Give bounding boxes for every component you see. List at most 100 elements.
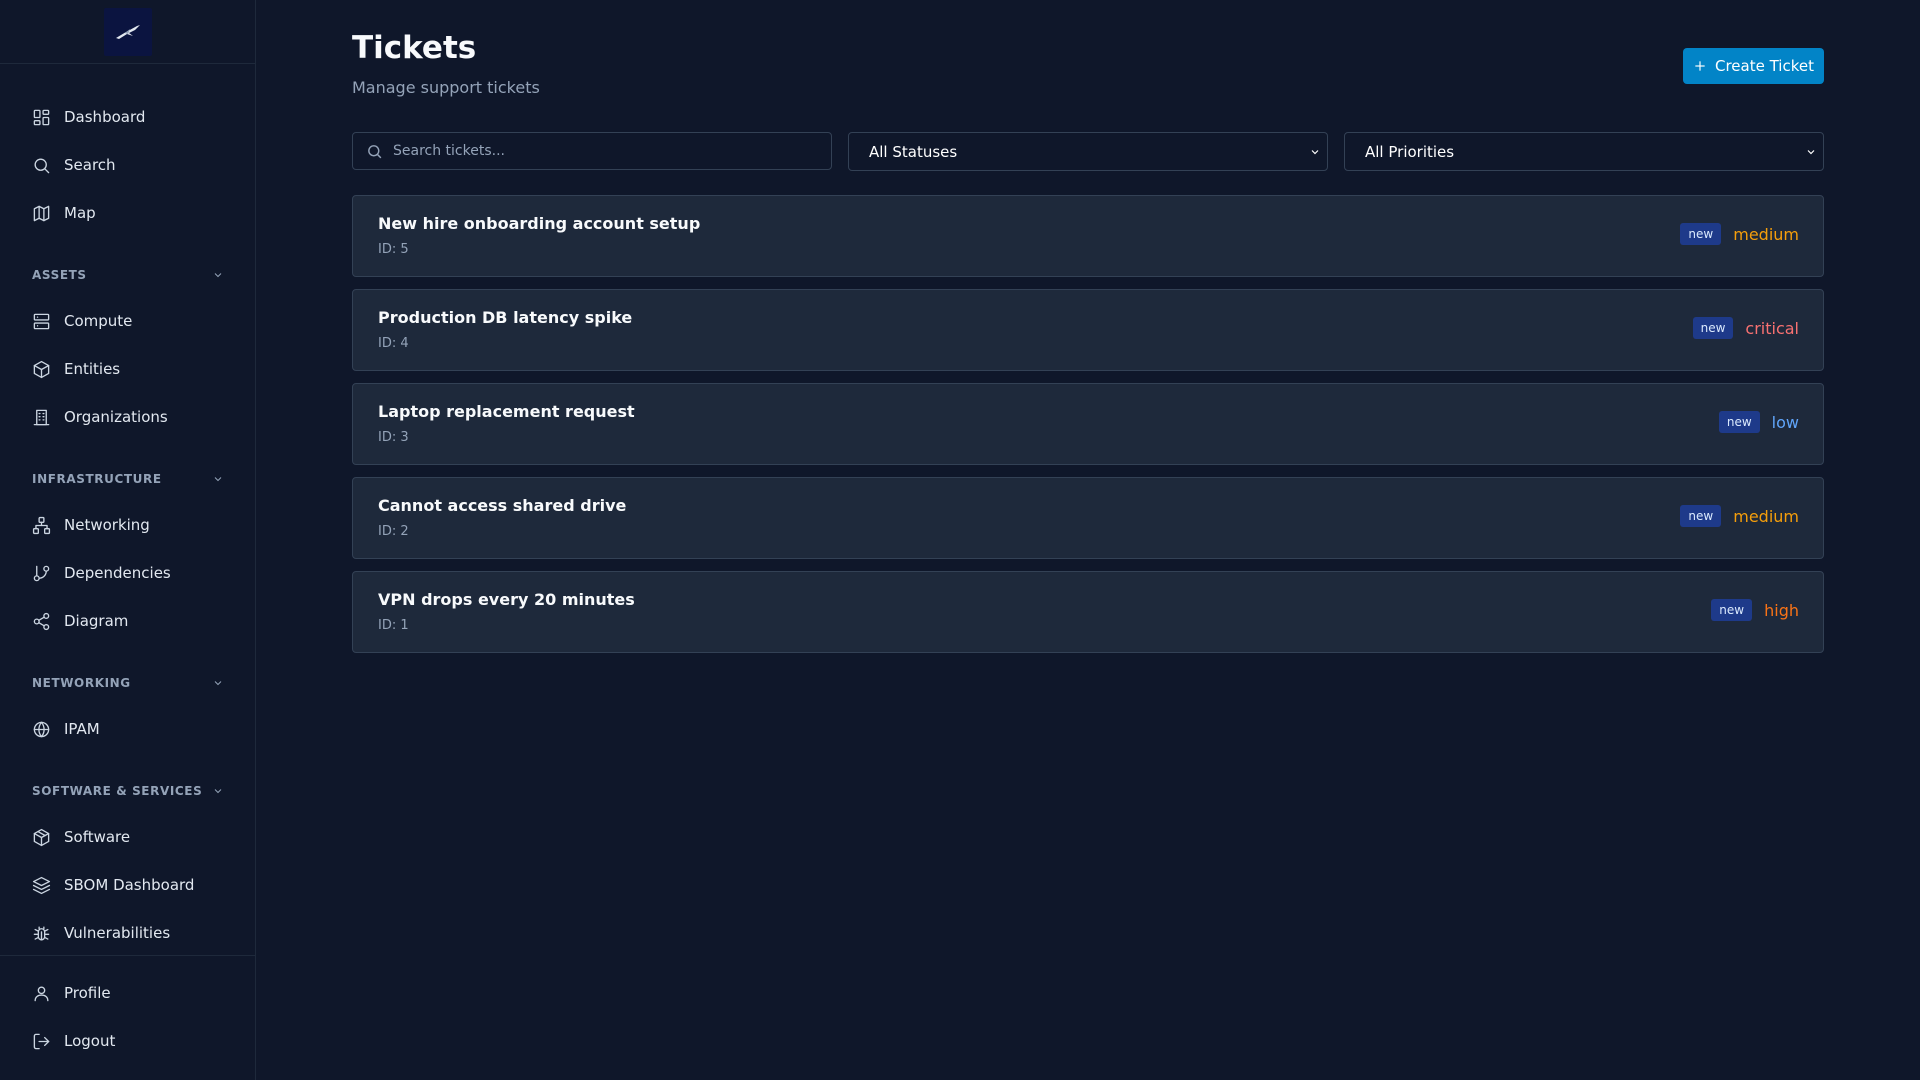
section-networking[interactable]: NETWORKING <box>32 673 224 693</box>
ticket-row[interactable]: Laptop replacement request ID: 3 new low <box>352 383 1824 465</box>
sidebar-item-label: Networking <box>64 516 150 534</box>
sidebar-item-entities[interactable]: Entities <box>32 353 120 385</box>
sidebar-item-compute[interactable]: Compute <box>32 305 132 337</box>
building-icon <box>33 409 50 425</box>
network-icon <box>32 516 51 534</box>
chevron-down-icon <box>214 273 222 278</box>
sidebar-item-label: Search <box>64 156 116 174</box>
section-software-services[interactable]: SOFTWARE & SERVICES <box>32 781 224 801</box>
sidebar-item-software[interactable]: Software <box>32 821 130 853</box>
section-assets[interactable]: ASSETS <box>32 265 224 285</box>
section-infrastructure[interactable]: INFRASTRUCTURE <box>32 469 224 489</box>
chevron-down-icon <box>1311 149 1319 154</box>
sidebar: Dashboard Search Map ASSETS Compute Enti… <box>0 0 256 1080</box>
priority-label: high <box>1764 600 1799 620</box>
ticket-title: VPN drops every 20 minutes <box>378 590 635 609</box>
sidebar-item-organizations[interactable]: Organizations <box>32 401 168 433</box>
ticket-title: New hire onboarding account setup <box>378 214 701 233</box>
sidebar-item-profile[interactable]: Profile <box>32 977 111 1009</box>
sidebar-item-label: Dependencies <box>64 564 171 582</box>
sidebar-item-label: Profile <box>64 984 111 1002</box>
ticket-title: Laptop replacement request <box>378 402 635 421</box>
ticket-row[interactable]: VPN drops every 20 minutes ID: 1 new hig… <box>352 571 1824 653</box>
priority-label: critical <box>1745 318 1799 338</box>
priority-label: medium <box>1733 506 1799 526</box>
sidebar-item-vulnerabilities[interactable]: Vulnerabilities <box>32 917 170 949</box>
chevron-down-icon <box>1807 149 1815 154</box>
chevron-down-icon <box>214 789 222 794</box>
ticket-meta: new critical <box>1692 317 1799 339</box>
ticket-id: ID: 2 <box>378 524 409 539</box>
ticket-meta: new medium <box>1680 223 1799 245</box>
status-badge: new <box>1680 505 1722 527</box>
priority-filter-value: All Priorities <box>1365 142 1455 161</box>
dashboard-icon <box>33 109 50 125</box>
logo-area <box>0 0 255 64</box>
sidebar-item-ipam[interactable]: IPAM <box>32 713 100 745</box>
chevron-down-icon <box>214 477 222 482</box>
status-badge: new <box>1711 599 1753 621</box>
status-badge: new <box>1692 317 1734 339</box>
search-box <box>352 132 832 170</box>
sidebar-item-logout[interactable]: Logout <box>32 1025 115 1057</box>
app-logo[interactable] <box>103 7 152 56</box>
box-icon <box>33 360 50 378</box>
share-icon <box>33 612 50 630</box>
ticket-id: ID: 3 <box>378 430 409 445</box>
sidebar-item-sbom-dashboard[interactable]: SBOM Dashboard <box>32 869 194 901</box>
ticket-row[interactable]: New hire onboarding account setup ID: 5 … <box>352 195 1824 277</box>
sidebar-item-label: Diagram <box>64 612 129 630</box>
page-title: Tickets <box>352 30 477 66</box>
section-title: ASSETS <box>32 268 87 282</box>
ticket-title: Production DB latency spike <box>378 308 633 327</box>
sidebar-item-dependencies[interactable]: Dependencies <box>32 557 171 589</box>
git-branch-icon <box>33 565 50 581</box>
server-icon <box>33 313 50 329</box>
chevron-down-icon <box>214 681 222 686</box>
ticket-row[interactable]: Cannot access shared drive ID: 2 new med… <box>352 477 1824 559</box>
bug-icon <box>33 925 50 941</box>
sidebar-item-label: Compute <box>64 312 133 330</box>
sidebar-item-search[interactable]: Search <box>32 149 116 181</box>
create-ticket-button[interactable]: Create Ticket <box>1683 48 1824 84</box>
sidebar-footer <box>0 955 256 956</box>
status-badge: new <box>1718 411 1760 433</box>
sidebar-item-label: Software <box>64 828 131 846</box>
logout-icon <box>33 1033 50 1049</box>
status-filter-value: All Statuses <box>869 142 958 161</box>
ticket-title: Cannot access shared drive <box>378 496 627 515</box>
sidebar-item-label: Dashboard <box>64 108 146 126</box>
section-title: SOFTWARE & SERVICES <box>32 784 203 798</box>
sidebar-item-label: SBOM Dashboard <box>64 876 195 894</box>
status-filter-select[interactable]: All Statuses <box>848 132 1328 171</box>
ticket-id: ID: 1 <box>378 618 409 633</box>
package-icon <box>33 828 50 846</box>
priority-label: low <box>1771 412 1799 432</box>
priority-label: medium <box>1733 224 1799 244</box>
search-icon <box>34 157 50 173</box>
create-ticket-label: Create Ticket <box>1715 57 1814 75</box>
sidebar-item-label: Entities <box>64 360 121 378</box>
sidebar-item-map[interactable]: Map <box>32 197 96 229</box>
sidebar-item-dashboard[interactable]: Dashboard <box>32 101 145 133</box>
ticket-row[interactable]: Production DB latency spike ID: 4 new cr… <box>352 289 1824 371</box>
layers-icon <box>32 876 51 894</box>
sidebar-item-label: Logout <box>64 1032 116 1050</box>
section-title: NETWORKING <box>32 676 131 690</box>
search-icon <box>368 144 382 158</box>
globe-icon <box>33 721 50 737</box>
sidebar-item-networking[interactable]: Networking <box>32 509 150 541</box>
sidebar-item-diagram[interactable]: Diagram <box>32 605 128 637</box>
search-input[interactable] <box>393 143 813 159</box>
ticket-meta: new medium <box>1680 505 1799 527</box>
priority-filter-select[interactable]: All Priorities <box>1344 132 1824 171</box>
section-title: INFRASTRUCTURE <box>32 472 162 486</box>
page-subtitle: Manage support tickets <box>352 78 540 97</box>
ticket-meta: new high <box>1711 599 1799 621</box>
sidebar-item-label: Map <box>64 204 96 222</box>
plus-icon <box>1695 61 1705 71</box>
ticket-id: ID: 4 <box>378 336 409 351</box>
ticket-id: ID: 5 <box>378 242 409 257</box>
sidebar-item-label: Vulnerabilities <box>64 924 171 942</box>
sidebar-item-label: Organizations <box>64 408 168 426</box>
